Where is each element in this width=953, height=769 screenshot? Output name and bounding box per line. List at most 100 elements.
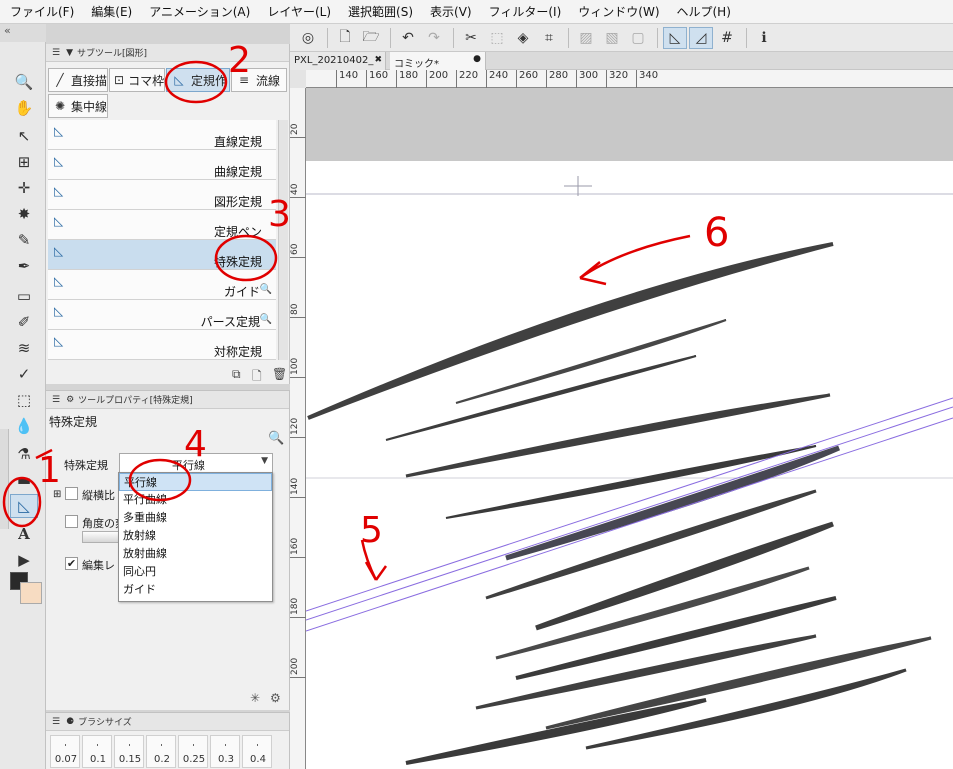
menu-item[interactable]: レイヤー(L) <box>267 3 331 20</box>
magnifier-icon[interactable]: 🔍 <box>268 431 284 446</box>
new-subtool-icon[interactable]: 🗋 <box>252 367 262 388</box>
sub-color-swatch[interactable] <box>20 582 42 604</box>
blend-icon[interactable]: ⬚ <box>10 388 38 412</box>
decoration-icon[interactable]: ✓ <box>10 362 38 386</box>
open-folder-icon[interactable]: 🗁 <box>359 27 383 49</box>
tab-flowline[interactable]: ≡ 流線 <box>231 68 287 92</box>
subtool-item-selected[interactable]: ◺ 特殊定規 <box>48 240 276 270</box>
close-tab-icon[interactable]: ✖ <box>374 55 382 65</box>
dropdown-option[interactable]: 同心円 <box>119 563 272 581</box>
menu-item[interactable]: ウィンドウ(W) <box>578 3 659 20</box>
canvas-area[interactable] <box>306 88 953 769</box>
balloon-icon[interactable]: ▶ <box>10 548 38 572</box>
special-ruler-select[interactable]: 平行線 ▼ <box>119 453 273 473</box>
brush-size-cell[interactable]: 0.25 <box>178 735 208 768</box>
edit-layer-checkbox[interactable]: ✔ <box>65 557 78 570</box>
doc-tab-label: コミック* <box>394 59 439 70</box>
panel-menu-icon[interactable]: ☰ <box>52 395 60 405</box>
dropdown-option[interactable]: 多重曲線 <box>119 509 272 527</box>
ruler-tick-label: 160 <box>366 70 396 88</box>
redo-icon[interactable]: ↷ <box>422 27 446 49</box>
collapse-left-icon[interactable]: « <box>0 24 46 42</box>
brush-size-cell[interactable]: 0.3 <box>210 735 240 768</box>
tab-direct-draw[interactable]: ╱ 直接描 <box>48 68 108 92</box>
transform-icon[interactable]: ⬚ <box>485 27 509 49</box>
unsaved-dot-icon: ● <box>473 54 481 64</box>
subtool-scrollbar[interactable] <box>278 120 288 360</box>
move-layer-icon[interactable]: ⊞ <box>10 150 38 174</box>
doc-tab-photo[interactable]: PXL_20210402_ ✖ <box>290 52 386 70</box>
swirl-icon[interactable]: ◎ <box>296 27 320 49</box>
fill-icon[interactable]: ◈ <box>511 27 535 49</box>
tab-focus-line[interactable]: ✺ 集中線 <box>48 94 108 118</box>
panel-menu-icon[interactable]: ☰ <box>52 717 60 727</box>
subtool-item[interactable]: ◺ パース定規 🔍 <box>48 300 276 330</box>
snap-special-icon[interactable]: ◿ <box>689 26 713 49</box>
gradient-icon[interactable]: ▬ <box>10 468 38 492</box>
ruler-tool-icon[interactable]: ◺ <box>10 494 38 518</box>
tab-ruler[interactable]: ◺ 定規作 <box>166 68 230 92</box>
eraser-icon[interactable]: ▭ <box>10 284 38 308</box>
panel-menu-icon[interactable]: ☰ <box>52 48 60 58</box>
menu-item[interactable]: ファイル(F) <box>10 3 74 20</box>
undo-icon[interactable]: ↶ <box>396 27 420 49</box>
zoom-icon[interactable]: 🔍 <box>10 70 38 94</box>
magnifier-icon[interactable]: 🔍 <box>260 284 272 295</box>
crop-icon[interactable]: ⌗ <box>537 27 561 49</box>
selection-icon[interactable]: ▨ <box>574 27 598 49</box>
text-tool-icon[interactable]: A <box>10 522 38 546</box>
subtool-item[interactable]: ◺ 直線定規 <box>48 120 276 150</box>
menu-item[interactable]: フィルター(I) <box>489 3 562 20</box>
airbrush-icon[interactable]: ≋ <box>10 336 38 360</box>
auto-select-icon[interactable]: ✸ <box>10 202 38 226</box>
subtool-item[interactable]: ◺ 定規ペン <box>48 210 276 240</box>
doc-tab-comic[interactable]: コミック* ● <box>390 52 486 70</box>
brush-size-cell[interactable]: 0.4 <box>242 735 272 768</box>
dropdown-option-selected[interactable]: 平行線 <box>119 473 272 491</box>
dropdown-option[interactable]: 放射曲線 <box>119 545 272 563</box>
trash-icon[interactable]: 🗑 <box>272 367 287 381</box>
dropdown-option[interactable]: ガイド <box>119 581 272 599</box>
selection-tool-icon[interactable]: ✛ <box>10 176 38 200</box>
magnifier-icon[interactable]: 🔍 <box>260 314 272 325</box>
menu-item[interactable]: ヘルプ(H) <box>677 3 731 20</box>
side-scrollbar[interactable] <box>0 429 9 529</box>
eyedropper-icon[interactable]: ✎ <box>10 228 38 252</box>
menu-item[interactable]: 表示(V) <box>430 3 472 20</box>
subtool-item[interactable]: ◺ 図形定規 <box>48 180 276 210</box>
tab-frame[interactable]: ⊡ コマ枠 <box>109 68 165 92</box>
angle-step-checkbox[interactable] <box>65 515 78 528</box>
subtool-item[interactable]: ◺ 対称定規 <box>48 330 276 360</box>
copy-subtool-icon[interactable]: ⧉ <box>232 367 241 382</box>
settings-icon[interactable]: ⚙ <box>270 691 281 705</box>
brush-size-cell[interactable]: 0.15 <box>114 735 144 768</box>
pen-icon[interactable]: ✒ <box>10 254 38 278</box>
brush-size-cell[interactable]: 0.07 <box>50 735 80 768</box>
menu-item[interactable]: 選択範囲(S) <box>348 3 413 20</box>
brush-size-cell[interactable]: 0.2 <box>146 735 176 768</box>
new-file-icon[interactable]: 🗋 <box>333 27 357 49</box>
snap-ruler-icon[interactable]: ◺ <box>663 26 687 49</box>
brush-size-cell[interactable]: 0.1 <box>82 735 112 768</box>
dropdown-option[interactable]: 放射線 <box>119 527 272 545</box>
blur-icon[interactable]: 💧 <box>10 414 38 438</box>
selection-frame-icon[interactable]: ▢ <box>626 27 650 49</box>
dropdown-option[interactable]: 平行曲線 <box>119 491 272 509</box>
subtool-item[interactable]: ◺ 曲線定規 <box>48 150 276 180</box>
menu-item[interactable]: アニメーション(A) <box>149 3 250 20</box>
subtool-item[interactable]: ◺ ガイド 🔍 <box>48 270 276 300</box>
aspect-ratio-checkbox[interactable] <box>65 487 78 500</box>
operation-icon[interactable]: ↖ <box>10 124 38 148</box>
selection-invert-icon[interactable]: ▧ <box>600 27 624 49</box>
expand-plus-icon[interactable]: ⊞ <box>53 489 61 500</box>
subtool-header: ☰ ▼ サブツール[図形] <box>46 44 289 62</box>
reset-icon[interactable]: ✳ <box>250 691 260 705</box>
hand-icon[interactable]: ✋ <box>10 96 38 120</box>
brush-icon[interactable]: ✐ <box>10 310 38 334</box>
menu-item[interactable]: 編集(E) <box>91 3 132 20</box>
info-icon[interactable]: ℹ <box>752 27 776 49</box>
toolbar-separator <box>327 27 328 48</box>
clear-icon[interactable]: ✂ <box>459 27 483 49</box>
snap-grid-icon[interactable]: # <box>715 27 739 49</box>
fill-tool-icon[interactable]: ⚗ <box>10 442 38 466</box>
